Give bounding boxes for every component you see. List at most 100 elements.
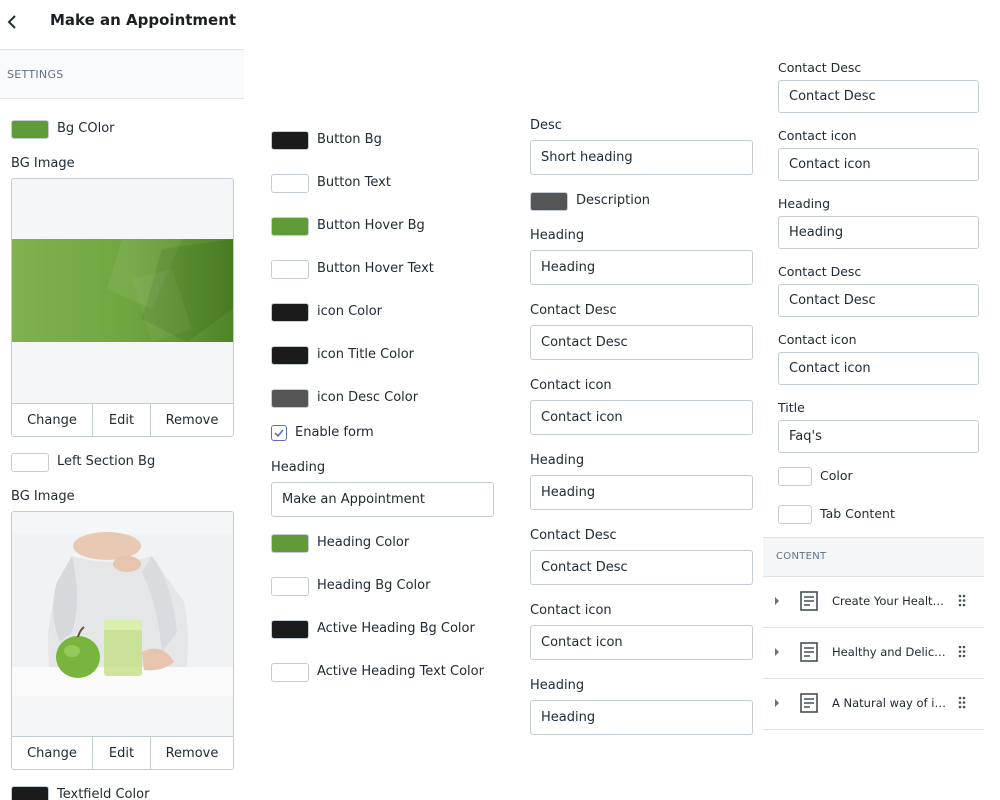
settings-heading: SETTINGS [7,68,64,81]
heading-bg-color-label: Heading Bg Color [317,578,431,593]
col3-contact-icon-1-label: Contact icon [530,378,612,393]
col4-contact-desc-2-input[interactable] [778,284,979,317]
change-image-button[interactable]: Change [12,404,93,436]
panel-header: Make an Appointment [0,0,244,50]
active-heading-text-color-label: Active Heading Text Color [317,664,484,679]
button-hover-bg-label: Button Hover Bg [317,218,425,233]
remove-image-button[interactable]: Remove [151,404,233,436]
color-swatch[interactable] [778,467,812,486]
icon-color-swatch[interactable] [271,303,309,322]
button-hover-text-swatch[interactable] [271,260,309,279]
left-section-bg-label: Left Section Bg [57,454,156,469]
bg-color-label: Bg COlor [57,121,115,136]
remove-image-2-button[interactable]: Remove [151,737,233,769]
desc-input[interactable] [530,140,753,175]
icon-color-label: icon Color [317,304,383,319]
col4-heading-input[interactable] [778,216,979,249]
col3-contact-icon-2-label: Contact icon [530,603,612,618]
icon-title-color-swatch[interactable] [271,346,309,365]
bg-image-2-picker: Change Edit Remove [11,511,234,770]
heading-color-swatch[interactable] [271,534,309,553]
caret-right-icon[interactable] [773,698,781,708]
heading-input[interactable] [271,482,494,517]
button-bg-swatch[interactable] [271,131,309,150]
icon-title-color-label: icon Title Color [317,347,415,362]
bg-image-preview [12,179,233,404]
col3-contact-desc-2-label: Contact Desc [530,528,617,543]
col3-heading-3-input[interactable] [530,700,753,735]
content-block-row[interactable]: Healthy and Delicious Food [763,628,984,679]
drag-handle-icon[interactable] [958,594,966,607]
col3-contact-desc-1-input[interactable] [530,325,753,360]
button-text-label: Button Text [317,175,391,190]
description-color-label: Description [576,193,651,208]
woman-with-apple-image [12,512,233,737]
tab-content-swatch[interactable] [778,505,812,524]
color-label: Color [820,468,853,483]
edit-image-2-button[interactable]: Edit [93,737,151,769]
tab-content-label: Tab Content [820,506,895,521]
chevron-left-icon[interactable] [5,13,19,31]
checkmark-icon [274,429,284,438]
col3-contact-desc-1-label: Contact Desc [530,303,617,318]
description-color-swatch[interactable] [530,192,568,211]
col4-title-label: Title [778,400,805,415]
col4-contact-desc-1-input[interactable] [778,80,979,113]
active-heading-text-color-swatch[interactable] [271,663,309,682]
content-section-header: CONTENT [763,537,984,577]
text-block-icon [800,591,818,611]
col4-heading-label: Heading [778,196,831,211]
green-banner-image [12,179,233,404]
col3-heading-3-label: Heading [530,678,585,693]
enable-form-checkbox[interactable] [271,425,287,441]
content-block-row[interactable]: A Natural way of improving [763,679,984,730]
content-heading: CONTENT [776,551,827,562]
col4-contact-icon-2-label: Contact icon [778,332,857,347]
heading-bg-color-swatch[interactable] [271,577,309,596]
col3-contact-icon-2-input[interactable] [530,625,753,660]
heading-label: Heading [271,460,326,475]
text-block-icon [800,642,818,662]
drag-handle-icon[interactable] [958,696,966,709]
bg-image-2-preview [12,512,233,737]
col3-heading-1-input[interactable] [530,250,753,285]
content-block-row[interactable]: Create Your Healthier Life [763,577,984,628]
textfield-color-swatch[interactable] [11,786,49,800]
desc-label: Desc [530,118,562,133]
content-block-label: Healthy and Delicious Food [832,645,947,659]
bg-image-2-label: BG Image [11,489,75,504]
col3-heading-2-label: Heading [530,453,585,468]
caret-right-icon[interactable] [773,647,781,657]
change-image-2-button[interactable]: Change [12,737,93,769]
col3-heading-2-input[interactable] [530,475,753,510]
content-block-label: A Natural way of improving [832,696,947,710]
button-hover-text-label: Button Hover Text [317,261,434,276]
active-heading-bg-color-swatch[interactable] [271,620,309,639]
col3-contact-icon-1-input[interactable] [530,400,753,435]
active-heading-bg-color-label: Active Heading Bg Color [317,621,475,636]
col3-contact-desc-2-input[interactable] [530,550,753,585]
textfield-color-label: Textfield Color [57,787,150,800]
col4-title-input[interactable] [778,420,979,453]
settings-section-header: SETTINGS [0,50,244,99]
col4-contact-icon-2-input[interactable] [778,352,979,385]
bg-color-swatch[interactable] [11,120,49,139]
caret-right-icon[interactable] [773,596,781,606]
button-text-swatch[interactable] [271,174,309,193]
bg-image-actions: Change Edit Remove [12,403,233,436]
button-bg-label: Button Bg [317,132,382,147]
left-section-bg-swatch[interactable] [11,453,49,472]
bg-image-label: BG Image [11,156,75,171]
page-title: Make an Appointment [50,11,237,29]
col4-contact-icon-1-input[interactable] [778,148,979,181]
col4-contact-desc-2-label: Contact Desc [778,264,862,279]
content-block-label: Create Your Healthier Life [832,594,947,608]
icon-desc-color-label: icon Desc Color [317,390,419,405]
icon-desc-color-swatch[interactable] [271,389,309,408]
bg-image-picker: Change Edit Remove [11,178,234,437]
button-hover-bg-swatch[interactable] [271,217,309,236]
settings-panel: Make an Appointment SETTINGS Bg COlor BG… [0,0,244,800]
edit-image-button[interactable]: Edit [93,404,151,436]
drag-handle-icon[interactable] [958,645,966,658]
col4-contact-desc-1-label: Contact Desc [778,60,862,75]
